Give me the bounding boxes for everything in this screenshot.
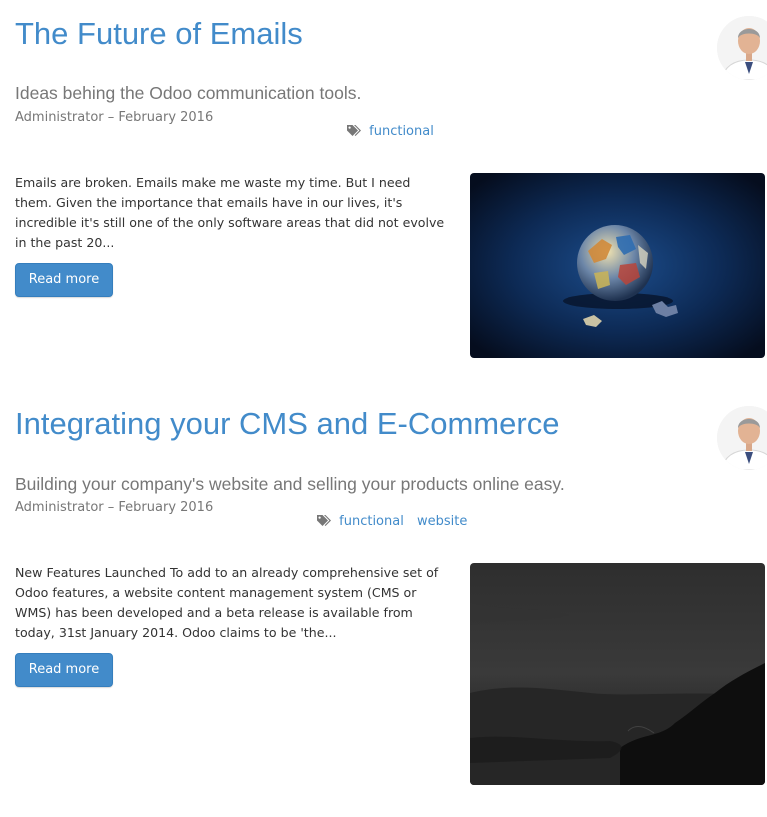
tag-website[interactable]: website (417, 514, 467, 529)
post-meta: Administrator – February 2016 (15, 110, 213, 125)
tag-functional[interactable]: functional (339, 514, 404, 529)
post-date: February 2016 (118, 110, 214, 125)
author-avatar (717, 406, 767, 470)
post-meta: Administrator – February 2016 (15, 500, 213, 515)
author-avatar (717, 16, 767, 80)
post-tags: functional website (316, 514, 476, 531)
post-excerpt: Emails are broken. Emails make me waste … (15, 175, 445, 250)
tag-functional[interactable]: functional (369, 124, 434, 139)
globe-puzzle-image[interactable] (470, 173, 765, 358)
post-subtitle: Ideas behing the Odoo communication tool… (15, 83, 362, 103)
tags-icon (346, 124, 363, 141)
post-date: February 2016 (118, 500, 214, 515)
post-title[interactable]: The Future of Emails (15, 16, 303, 52)
dark-coast-image[interactable] (470, 563, 765, 785)
post-author: Administrator (15, 110, 104, 125)
post-title[interactable]: Integrating your CMS and E-Commerce (15, 406, 559, 442)
post-excerpt: New Features Launched To add to an alrea… (15, 565, 439, 640)
read-more-button[interactable]: Read more (15, 263, 113, 297)
read-more-button[interactable]: Read more (15, 653, 113, 687)
post-author: Administrator (15, 500, 104, 515)
meta-separator: – (107, 110, 115, 125)
meta-separator: – (107, 500, 115, 515)
post-tags: functional (346, 124, 443, 141)
tags-icon (316, 514, 333, 531)
post-subtitle: Building your company's website and sell… (15, 474, 565, 494)
